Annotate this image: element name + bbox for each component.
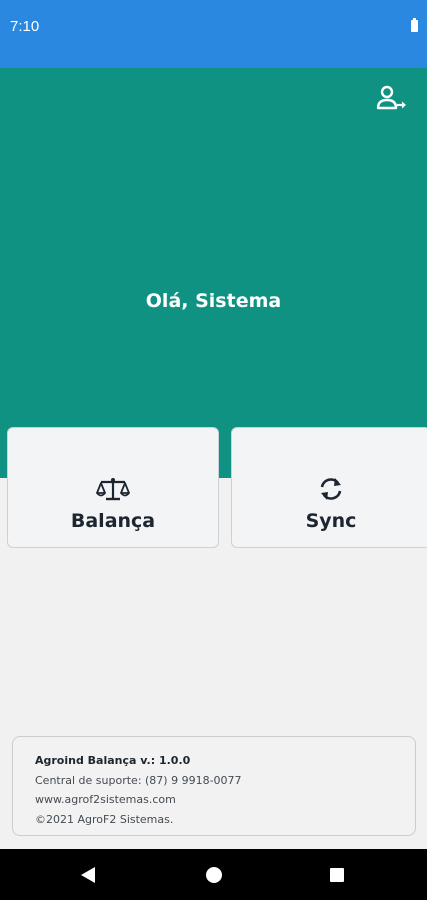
home-icon[interactable] — [206, 867, 222, 883]
system-nav-bar — [0, 849, 427, 900]
logout-button[interactable] — [375, 84, 407, 114]
app-screen: 7:10 Olá, Sistema Balança Sync Agroind B… — [0, 0, 427, 900]
copyright-text: ©2021 AgroF2 Sistemas. — [35, 812, 174, 826]
sync-label: Sync — [305, 510, 357, 532]
user-logout-icon — [376, 85, 406, 110]
app-version: Agroind Balança v.: 1.0.0 — [35, 754, 191, 767]
sync-button[interactable]: Sync — [231, 427, 427, 548]
status-time: 7:10 — [10, 18, 40, 35]
app-info-panel: Agroind Balança v.: 1.0.0 Central de sup… — [12, 736, 416, 836]
balanca-button[interactable]: Balança — [7, 427, 219, 548]
header-banner — [0, 68, 427, 478]
sync-icon — [320, 478, 342, 500]
status-bar: 7:10 — [0, 0, 427, 68]
balanca-label: Balança — [70, 510, 156, 532]
scale-icon — [96, 478, 130, 501]
back-icon[interactable] — [81, 867, 95, 883]
battery-icon — [411, 18, 418, 32]
greeting-text: Olá, Sistema — [145, 290, 282, 312]
support-phone: Central de suporte: (87) 9 9918-0077 — [35, 773, 242, 787]
recents-icon[interactable] — [330, 868, 344, 882]
website-link: www.agrof2sistemas.com — [35, 793, 176, 806]
